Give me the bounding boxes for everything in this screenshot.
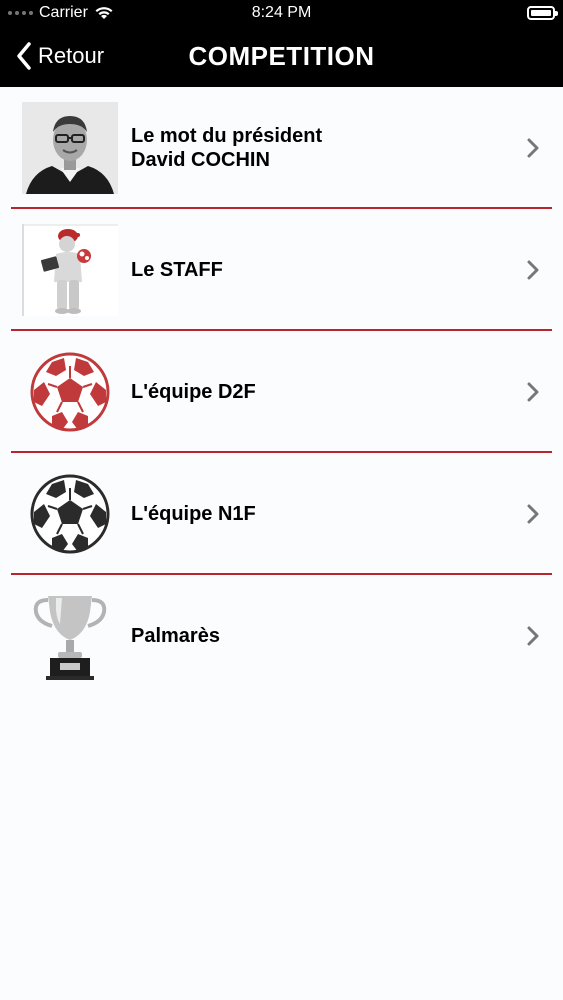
competition-list: Le mot du président David COCHIN Le STAF… — [0, 87, 563, 697]
list-item-staff[interactable]: Le STAFF — [0, 209, 563, 331]
chevron-right-icon — [527, 260, 539, 280]
black-soccer-ball-icon — [30, 474, 110, 554]
trophy-icon — [33, 596, 107, 680]
status-time: 8:24 PM — [251, 4, 312, 21]
item-title: L'équipe D2F — [131, 381, 256, 403]
item-label: Le STAFF — [131, 209, 223, 331]
navigation-bar: Retour COMPETITION — [0, 28, 563, 87]
page-title: COMPETITION — [188, 41, 375, 71]
item-title: L'équipe N1F — [131, 503, 256, 525]
staff-figure-icon — [22, 224, 118, 316]
item-title: Le STAFF — [131, 259, 223, 281]
item-subtitle: David COCHIN — [131, 149, 270, 171]
status-bar: Carrier 8:24 PM — [0, 0, 563, 28]
battery-icon — [527, 6, 558, 20]
list-item-team-d2f[interactable]: L'équipe D2F — [0, 331, 563, 453]
chevron-right-icon — [527, 504, 539, 524]
item-title: Le mot du président — [131, 125, 323, 147]
chevron-right-icon — [527, 626, 539, 646]
list-item-team-n1f[interactable]: L'équipe N1F — [0, 453, 563, 575]
item-label: Palmarès — [131, 575, 220, 697]
item-label: L'équipe D2F — [131, 331, 256, 453]
president-photo — [22, 102, 118, 194]
chevron-right-icon — [527, 138, 539, 158]
list-item-palmares[interactable]: Palmarès — [0, 575, 563, 697]
chevron-right-icon — [527, 382, 539, 402]
item-title: Palmarès — [131, 625, 220, 647]
item-label: Le mot du président David COCHIN — [131, 87, 322, 209]
item-label: L'équipe N1F — [131, 453, 256, 575]
list-item-president[interactable]: Le mot du président David COCHIN — [0, 87, 563, 209]
red-soccer-ball-icon — [30, 352, 110, 432]
